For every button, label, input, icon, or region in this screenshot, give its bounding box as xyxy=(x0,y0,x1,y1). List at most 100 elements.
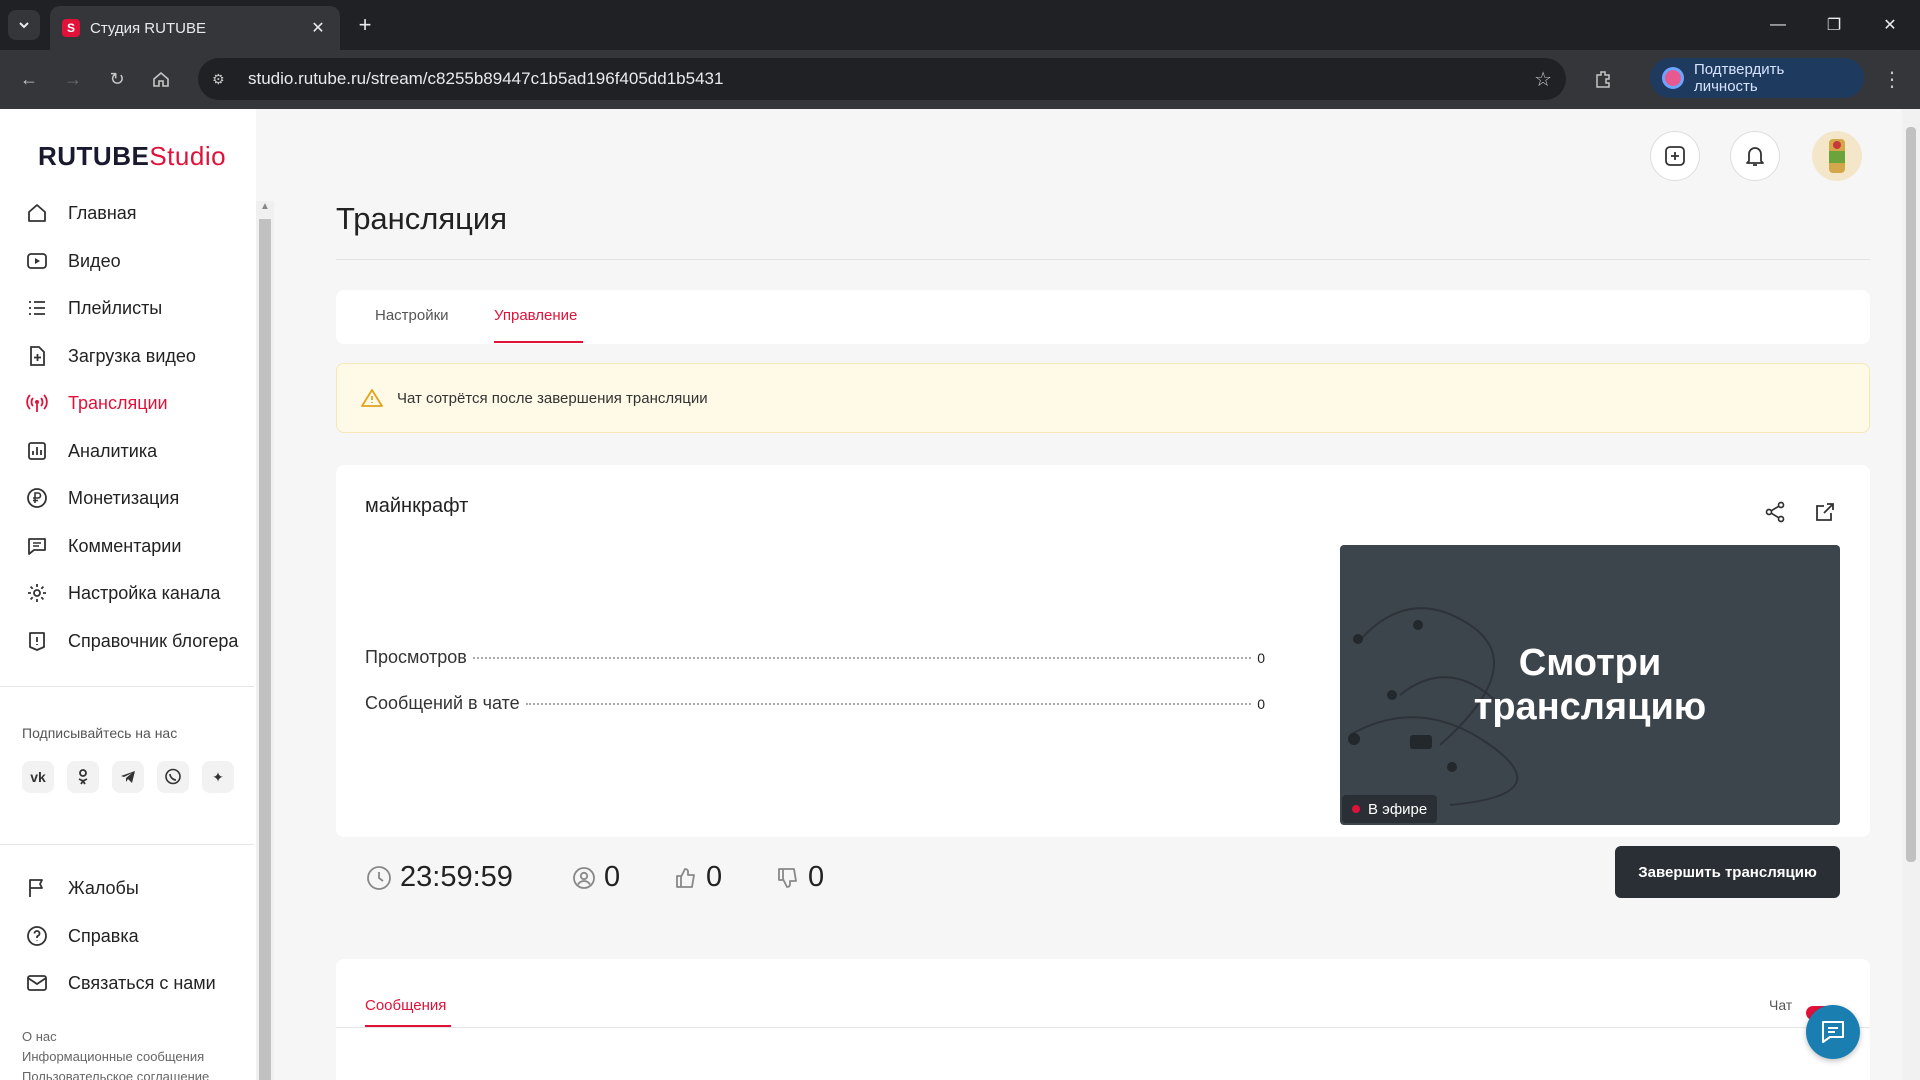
dotted-leader xyxy=(472,657,1252,659)
chevron-down-icon xyxy=(19,22,29,29)
page-scroll-thumb[interactable] xyxy=(1906,127,1916,862)
live-label: В эфире xyxy=(1368,800,1428,818)
preview-text: Смотри трансляцию xyxy=(1340,641,1840,729)
sidebar-item-label: Трансляции xyxy=(68,392,168,413)
tab-list-button[interactable] xyxy=(8,10,40,40)
sidebar-item-label: Справочник блогера xyxy=(68,630,239,651)
sidebar-item-upload[interactable]: Загрузка видео xyxy=(24,340,196,372)
logo-studio-text: Studio xyxy=(149,141,227,171)
restore-button[interactable]: ❐ xyxy=(1814,10,1854,40)
site-info-icon[interactable]: ⚙ xyxy=(212,71,234,88)
tab-settings[interactable]: Настройки xyxy=(375,307,449,324)
sidebar-item-label: Справка xyxy=(68,925,139,946)
sidebar-item-comments[interactable]: Комментарии xyxy=(24,530,181,562)
chat-warning-alert: Чат сотрётся после завершения трансляции xyxy=(336,363,1870,433)
sidebar-item-playlists[interactable]: Плейлисты xyxy=(24,292,162,324)
address-bar[interactable]: ⚙ studio.rutube.ru/stream/c8255b89447c1b… xyxy=(198,58,1566,100)
close-window-button[interactable]: ✕ xyxy=(1870,10,1910,40)
sidebar-item-monetization[interactable]: Монетизация xyxy=(24,482,179,514)
live-badge: В эфире xyxy=(1342,795,1438,823)
alert-text: Чат сотрётся после завершения трансляции xyxy=(397,389,708,407)
timer-value: 23:59:59 xyxy=(400,861,513,893)
list-icon xyxy=(24,295,50,321)
dislikes-count: 0 xyxy=(776,861,824,894)
sparkle-icon[interactable]: ✦ xyxy=(202,761,234,793)
close-icon[interactable]: ✕ xyxy=(308,18,328,38)
tab-messages[interactable]: Сообщения xyxy=(365,997,446,1014)
sidebar-item-label: Монетизация xyxy=(68,487,180,508)
support-chat-button[interactable] xyxy=(1806,1005,1860,1059)
rutube-studio-logo[interactable]: RUTUBEStudio xyxy=(38,141,226,172)
scroll-up-icon[interactable]: ▲ xyxy=(260,201,270,212)
sidebar-item-broadcasts[interactable]: Трансляции xyxy=(24,387,168,419)
browser-menu-icon[interactable]: ⋮ xyxy=(1880,64,1904,94)
footer-link-info[interactable]: Информационные сообщения xyxy=(22,1049,204,1064)
end-stream-button[interactable]: Завершить трансляцию xyxy=(1615,846,1840,898)
sidebar-item-label: Плейлисты xyxy=(68,297,163,318)
stream-preview[interactable]: Смотри трансляцию xyxy=(1340,545,1840,825)
external-link-icon[interactable] xyxy=(1810,497,1840,527)
sidebar-item-complaints[interactable]: Жалобы xyxy=(24,872,139,904)
sidebar-divider xyxy=(0,844,254,845)
ruble-icon xyxy=(24,485,50,511)
footer-link-terms[interactable]: Пользовательское соглашение xyxy=(22,1069,209,1080)
footer-link-about[interactable]: О нас xyxy=(22,1029,57,1044)
sidebar-scrollbar[interactable]: ▲ xyxy=(256,201,274,1080)
notifications-button[interactable] xyxy=(1730,131,1780,181)
title-divider xyxy=(336,259,1870,260)
stat-views-row: Просмотров 0 xyxy=(365,647,1265,668)
url-text: studio.rutube.ru/stream/c8255b89447c1b5a… xyxy=(248,69,724,88)
extensions-icon[interactable] xyxy=(1588,64,1618,94)
sidebar-item-label: Комментарии xyxy=(68,535,182,556)
sidebar-item-help[interactable]: Справка xyxy=(24,920,139,952)
reload-button[interactable]: ↻ xyxy=(102,64,132,94)
sidebar-item-video[interactable]: Видео xyxy=(24,245,121,277)
stat-label: Сообщений в чате xyxy=(365,693,520,713)
minimize-button[interactable]: — xyxy=(1758,10,1798,40)
viewers-value: 0 xyxy=(604,861,621,893)
logo-rutube-text: RUTUBE xyxy=(38,141,150,171)
live-dot-icon xyxy=(1352,805,1360,813)
sidebar-item-analytics[interactable]: Аналитика xyxy=(24,435,157,467)
stat-label: Просмотров xyxy=(365,647,467,667)
forward-button[interactable]: → xyxy=(58,64,88,94)
info-icon xyxy=(24,628,50,654)
home-icon xyxy=(153,71,169,87)
viber-icon[interactable] xyxy=(157,761,189,793)
sidebar-item-label: Видео xyxy=(68,250,121,271)
sidebar-item-blogger-guide[interactable]: Справочник блогера xyxy=(24,625,238,657)
help-icon xyxy=(24,923,50,949)
browser-tab[interactable]: S Студия RUTUBE ✕ xyxy=(50,6,340,50)
bookmark-star-icon[interactable]: ☆ xyxy=(1534,67,1552,92)
add-icon xyxy=(1665,146,1685,166)
avatar-image xyxy=(1829,139,1845,173)
vk-icon[interactable]: vk xyxy=(22,761,54,793)
avatar[interactable] xyxy=(1812,131,1862,181)
page-scrollbar[interactable] xyxy=(1902,109,1920,1080)
chat-icon xyxy=(1822,1021,1844,1043)
browser-toolbar: ← → ↻ ⚙ studio.rutube.ru/stream/c8255b89… xyxy=(0,50,1920,109)
sidebar-item-label: Аналитика xyxy=(68,440,158,461)
sidebar-item-contact[interactable]: Связаться с нами xyxy=(24,967,216,999)
sidebar-item-channel-settings[interactable]: Настройка канала xyxy=(24,577,220,609)
share-icon[interactable] xyxy=(1760,497,1790,527)
tab-management[interactable]: Управление xyxy=(494,307,577,324)
new-tab-button[interactable]: + xyxy=(352,12,378,38)
stream-title: майнкрафт xyxy=(365,495,469,517)
stat-value: 0 xyxy=(1257,696,1265,712)
home-button[interactable] xyxy=(146,64,176,94)
verify-label: Подтвердить личность xyxy=(1693,61,1785,95)
bell-icon xyxy=(1746,147,1764,166)
sidebar-scroll-thumb[interactable] xyxy=(259,219,271,1080)
likes-count: 0 xyxy=(674,861,722,894)
verify-identity-button[interactable]: Подтвердить личность xyxy=(1650,58,1864,98)
telegram-icon[interactable] xyxy=(112,761,144,793)
analytics-icon xyxy=(24,438,50,464)
ok-icon[interactable] xyxy=(67,761,99,793)
page-content: RUTUBEStudio Главная Видео Плейлисты Заг… xyxy=(0,109,1920,1080)
sidebar-item-home[interactable]: Главная xyxy=(24,197,137,229)
create-button[interactable] xyxy=(1650,131,1700,181)
viewers-count: 0 xyxy=(572,861,620,894)
back-button[interactable]: ← xyxy=(14,64,44,94)
comment-icon xyxy=(24,533,50,559)
